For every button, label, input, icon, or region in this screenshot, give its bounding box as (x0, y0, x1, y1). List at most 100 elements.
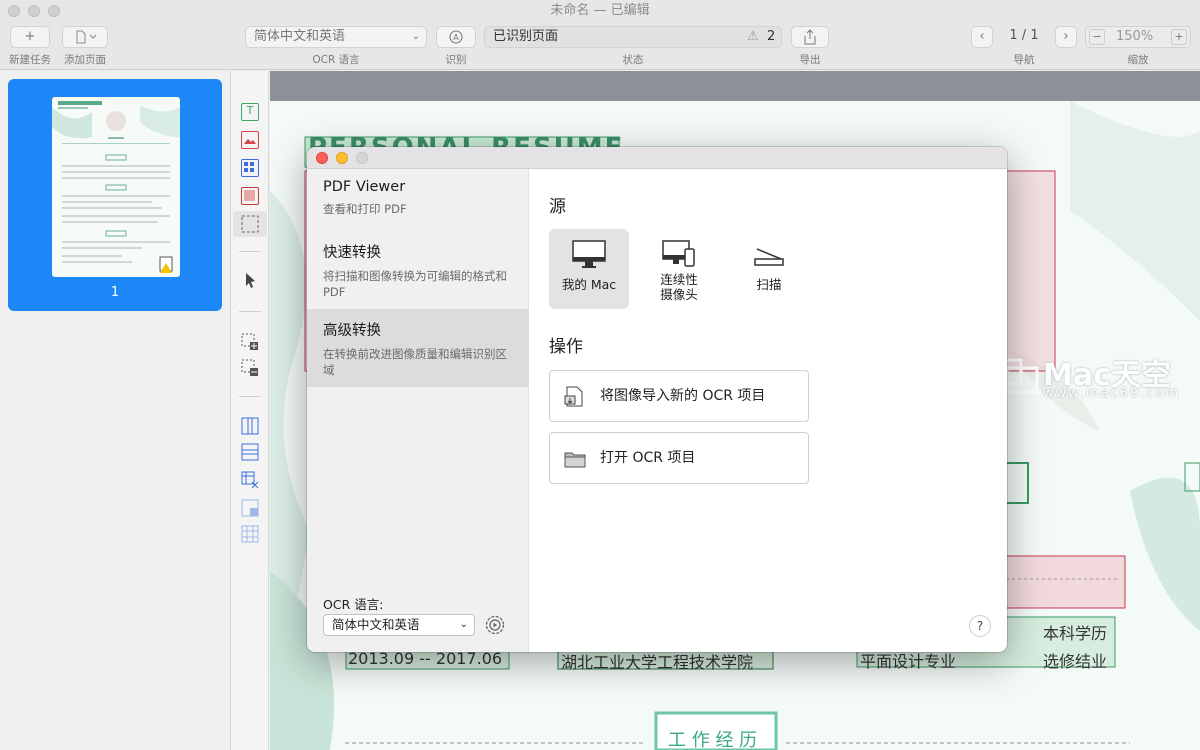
merge-cells-icon[interactable] (241, 499, 259, 517)
open-ocr-project-button[interactable]: 打开 OCR 项目 (549, 432, 809, 484)
zoom-control: − 150% + (1085, 26, 1191, 48)
add-column-separator-icon[interactable] (241, 417, 259, 435)
split-cells-icon[interactable] (241, 525, 259, 543)
remove-area-tool-icon[interactable] (241, 359, 259, 377)
zoom-value: 150% (1116, 29, 1154, 44)
dialog-close-button[interactable] (316, 152, 328, 164)
actions-heading: 操作 (549, 337, 583, 357)
ocr-language-label: OCR 语言: (323, 597, 384, 612)
add-row-separator-icon[interactable] (241, 443, 259, 461)
mode-subtitle: 查看和打印 PDF (323, 202, 407, 216)
page-thumbnail-selected[interactable]: 1 (8, 79, 222, 311)
delete-separator-icon[interactable] (241, 471, 259, 489)
page-indicator: 1 / 1 (1009, 28, 1039, 43)
status-label: 状态 (622, 54, 644, 66)
mode-subtitle: 在转换前改进图像质量和编辑识别区域 (323, 347, 507, 377)
minimize-window-button[interactable] (28, 5, 40, 17)
select-area-tool-icon[interactable] (233, 211, 267, 237)
recognize-label: 识别 (445, 54, 467, 66)
picture-area-tool-icon[interactable] (241, 131, 259, 149)
work-experience-heading: 工 作 经 历 (668, 730, 758, 750)
folder-icon (564, 452, 586, 468)
page-thumbnail-image (52, 97, 180, 277)
help-button[interactable]: ? (969, 615, 991, 637)
page-icon (76, 30, 97, 44)
watermark-url: www.mac69.com (1043, 386, 1181, 401)
zoom-label: 缩放 (1127, 54, 1149, 66)
zoom-out-icon[interactable]: − (1089, 29, 1105, 45)
mode-list: PDF Viewer 查看和打印 PDF 快速转换 将扫描和图像转换为可编辑的格… (307, 169, 529, 652)
warning-icon: ⚠ (747, 29, 759, 44)
dialog-titlebar (307, 147, 1007, 169)
action-label: 将图像导入新的 OCR 项目 (600, 388, 766, 404)
imac-icon (572, 240, 606, 268)
add-area-tool-icon[interactable] (241, 333, 259, 351)
status-count: 2 (767, 29, 776, 44)
area-tools-column: T (231, 71, 269, 750)
window-titlebar: 未命名 — 已编辑 (0, 0, 1200, 22)
recognize-button[interactable]: A (436, 26, 476, 48)
watermark: Mac天空 www.mac69.com (985, 350, 1200, 405)
resume-thumbnail-icon (52, 97, 180, 277)
continuity-camera-icon (662, 240, 695, 267)
new-task-button[interactable]: + (10, 26, 50, 48)
recognize-icon: A (449, 30, 463, 44)
education-degree: 本科学历 (1043, 624, 1108, 643)
svg-text:A: A (453, 33, 459, 42)
page-number-label: 1 (110, 285, 120, 300)
source-scan[interactable]: 扫描 (729, 229, 809, 309)
ocr-language-dropdown[interactable]: 简体中文和英语 ⌄ (323, 614, 475, 636)
import-image-icon (564, 386, 583, 407)
share-icon (804, 29, 816, 45)
close-window-button[interactable] (8, 5, 20, 17)
export-button[interactable] (791, 26, 829, 48)
ocr-language-select[interactable]: 简体中文和英语 ⌄ (245, 26, 427, 48)
status-field: 已识别页面 ⚠ 2 (484, 26, 782, 48)
zoom-in-icon[interactable]: + (1171, 29, 1187, 45)
pointer-tool-icon[interactable] (241, 271, 259, 289)
ocr-language-value: 简体中文和英语 (332, 617, 420, 632)
scanner-icon (754, 248, 784, 266)
export-label: 导出 (799, 54, 821, 66)
mode-subtitle: 将扫描和图像转换为可编辑的格式和 PDF (323, 269, 507, 299)
chevron-left-icon: ‹ (979, 29, 985, 44)
window-title: 未命名 — 已编辑 (550, 3, 650, 18)
mode-title: PDF Viewer (323, 179, 406, 195)
background-area-tool-icon[interactable] (241, 187, 259, 205)
new-task-label: 新建任务 (9, 54, 51, 66)
dialog-zoom-button[interactable] (356, 152, 368, 164)
import-image-button[interactable]: 将图像导入新的 OCR 项目 (549, 370, 809, 422)
source-continuity-camera[interactable]: 连续性 摄像头 (639, 229, 719, 309)
ocr-language-value: 简体中文和英语 (254, 29, 346, 44)
education-course: 选修结业 (1043, 652, 1108, 671)
dialog-minimize-button[interactable] (336, 152, 348, 164)
action-label: 打开 OCR 项目 (600, 450, 696, 466)
toolbar: + 新建任务 添加页面 简体中文和英语 ⌄ OCR 语言 A 识别 已识别页面 … (0, 22, 1200, 70)
text-area-tool-icon[interactable]: T (241, 103, 259, 121)
source-heading: 源 (549, 197, 566, 217)
mode-title: 快速转换 (323, 245, 381, 261)
source-label: 我的 Mac (561, 277, 617, 292)
source-label: 扫描 (756, 277, 782, 292)
table-area-tool-icon[interactable] (241, 159, 259, 177)
mode-quick-convert[interactable]: 快速转换 将扫描和图像转换为可编辑的格式和 PDF (307, 231, 529, 309)
mode-advanced-convert[interactable]: 高级转换 在转换前改进图像质量和编辑识别区域 (307, 309, 529, 387)
education-university: 湖北工业大学工程技术学院 (561, 653, 754, 672)
chevron-down-icon: ⌄ (411, 31, 420, 42)
previous-page-button[interactable]: ‹ (971, 26, 993, 48)
zoom-window-button[interactable] (48, 5, 60, 17)
ocr-language-label: OCR 语言 (312, 54, 360, 66)
settings-gear-icon[interactable] (484, 614, 506, 636)
chevron-right-icon: › (1063, 29, 1069, 44)
source-label-text: 连续性 摄像头 (660, 272, 698, 302)
mode-title: 高级转换 (323, 323, 381, 339)
plus-icon: + (24, 29, 36, 44)
add-page-label: 添加页面 (64, 54, 106, 66)
chevron-down-icon: ⌄ (459, 619, 468, 630)
start-dialog: PDF Viewer 查看和打印 PDF 快速转换 将扫描和图像转换为可编辑的格… (307, 147, 1007, 652)
mode-pdf-viewer[interactable]: PDF Viewer 查看和打印 PDF (307, 169, 529, 231)
page-thumbnail-sidebar: 1 (0, 71, 231, 750)
source-my-mac[interactable]: 我的 Mac (549, 229, 629, 309)
next-page-button[interactable]: › (1055, 26, 1077, 48)
add-page-button[interactable] (62, 26, 108, 48)
